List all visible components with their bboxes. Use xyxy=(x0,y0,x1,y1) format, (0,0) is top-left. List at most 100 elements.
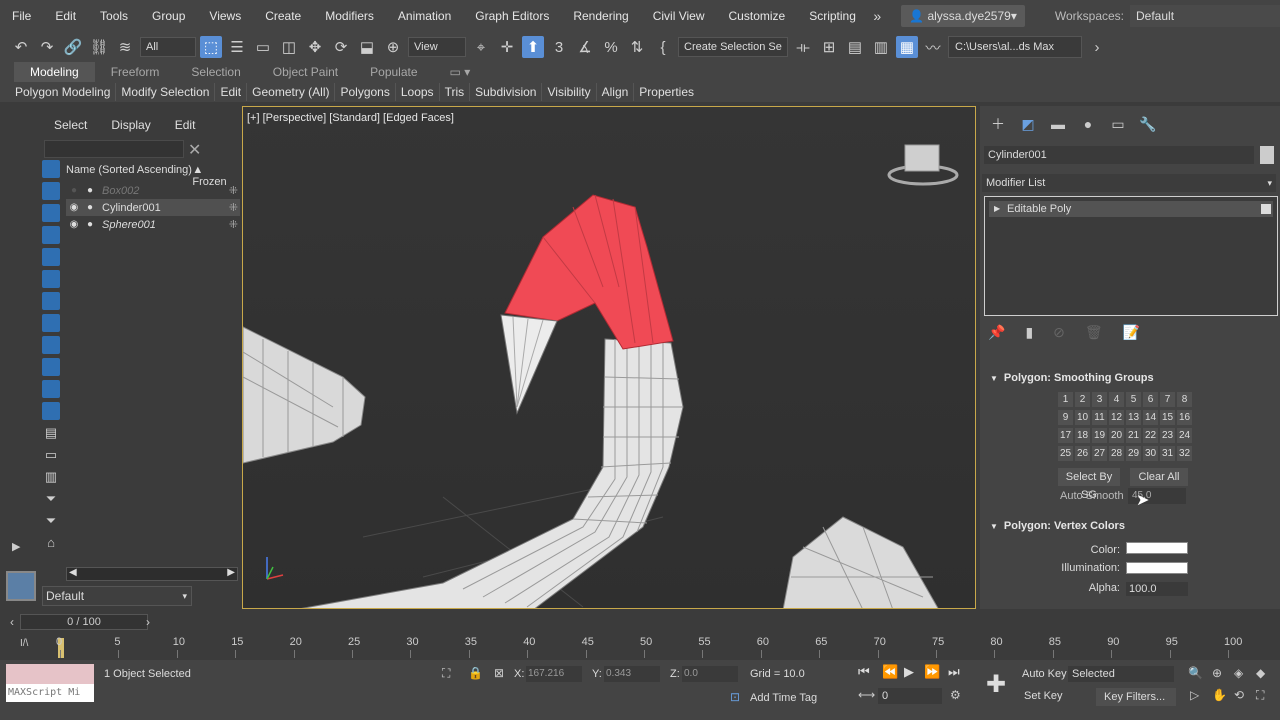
window-crossing-icon[interactable]: ◫ xyxy=(278,36,300,58)
ribbon-visibility[interactable]: Visibility xyxy=(542,83,597,101)
menu-edit[interactable]: Edit xyxy=(43,0,88,32)
smoothing-group-button[interactable]: 10 xyxy=(1075,410,1090,425)
tab-object-paint[interactable]: Object Paint xyxy=(257,62,354,82)
set-key-big-icon[interactable]: ✚ xyxy=(986,670,1006,699)
smoothing-group-button[interactable]: 18 xyxy=(1075,428,1090,443)
play-icon[interactable]: ▶ xyxy=(904,664,914,680)
z-coordinate-field[interactable]: 0.0 xyxy=(682,666,738,682)
smoothing-group-button[interactable]: 3 xyxy=(1092,392,1107,407)
render-dot-icon[interactable]: ● xyxy=(82,185,98,196)
layer-explorer-icon[interactable]: ▥ xyxy=(870,36,892,58)
toolbar-more-icon[interactable]: › xyxy=(1086,36,1108,58)
project-path-field[interactable]: C:\Users\al...ds Max 2021 xyxy=(948,36,1082,73)
zoom-icon[interactable]: 🔍 xyxy=(1188,666,1203,680)
smoothing-group-button[interactable]: 30 xyxy=(1143,446,1158,461)
key-filters-button[interactable]: Key Filters... xyxy=(1096,688,1176,706)
menu-views[interactable]: Views xyxy=(197,0,253,32)
tab-freeform[interactable]: Freeform xyxy=(95,62,176,82)
object-name-field[interactable]: Cylinder001 xyxy=(984,146,1254,164)
display-frozen-icon[interactable] xyxy=(42,402,60,420)
column-name-header[interactable]: Name (Sorted Ascending) xyxy=(66,164,192,180)
isolate-selection-icon[interactable]: ⛶ xyxy=(442,666,450,681)
illumination-swatch[interactable] xyxy=(1126,562,1188,574)
frozen-icon[interactable]: ⁜ xyxy=(218,184,238,197)
smoothing-group-button[interactable]: 28 xyxy=(1109,446,1124,461)
zoom-extents-icon[interactable]: ◈ xyxy=(1234,666,1243,680)
display-cameras-icon[interactable] xyxy=(42,248,60,266)
ribbon-geometry-all[interactable]: Geometry (All) xyxy=(247,83,336,101)
smoothing-group-button[interactable]: 6 xyxy=(1143,392,1158,407)
create-tab-icon[interactable]: ＋ xyxy=(988,114,1008,134)
menu-modifiers[interactable]: Modifiers xyxy=(313,0,386,32)
scene-menu-edit[interactable]: Edit xyxy=(175,118,196,132)
placement-icon[interactable]: ⊕ xyxy=(382,36,404,58)
column-frozen-header[interactable]: ▲ Frozen xyxy=(192,164,240,188)
visibility-icon[interactable]: ◉ xyxy=(66,219,82,230)
smoothing-group-button[interactable]: 19 xyxy=(1092,428,1107,443)
smoothing-group-button[interactable]: 25 xyxy=(1058,446,1073,461)
display-children-icon[interactable]: ▭ xyxy=(42,446,60,464)
menu-tools[interactable]: Tools xyxy=(88,0,140,32)
smoothing-group-button[interactable]: 27 xyxy=(1092,446,1107,461)
alpha-spinner[interactable]: 100.0 xyxy=(1126,582,1188,596)
redo-icon[interactable]: ↷ xyxy=(36,36,58,58)
select-manipulate-icon[interactable]: ✛ xyxy=(496,36,518,58)
smoothing-group-button[interactable]: 7 xyxy=(1160,392,1175,407)
angle-snap-icon[interactable]: ∡ xyxy=(574,36,596,58)
smoothing-group-button[interactable]: 16 xyxy=(1177,410,1192,425)
maximize-viewport-icon[interactable]: ⛶ xyxy=(1256,688,1264,703)
menu-rendering[interactable]: Rendering xyxy=(561,0,640,32)
smoothing-group-button[interactable]: 31 xyxy=(1160,446,1175,461)
time-prev-icon[interactable]: ‹ xyxy=(10,615,14,629)
menu-more-button[interactable]: » xyxy=(873,8,881,24)
scene-menu-display[interactable]: Display xyxy=(111,118,150,132)
vertex-colors-rollout-title[interactable]: ▼ Polygon: Vertex Colors xyxy=(990,520,1125,532)
smoothing-group-button[interactable]: 26 xyxy=(1075,446,1090,461)
show-end-result-icon[interactable]: ▮ xyxy=(1025,324,1033,341)
auto-smooth-button[interactable]: Auto Smooth xyxy=(1060,490,1124,502)
smoothing-group-button[interactable]: 24 xyxy=(1177,428,1192,443)
display-groups-icon[interactable] xyxy=(42,314,60,332)
clear-all-button[interactable]: Clear All xyxy=(1130,468,1188,486)
list-item[interactable]: ◉ ● Cylinder001 ⁜ xyxy=(66,199,240,216)
set-key-button[interactable]: Set Key xyxy=(1024,690,1063,702)
ribbon-polygon-modeling[interactable]: Polygon Modeling xyxy=(10,83,117,101)
workspace-dropdown[interactable]: Default xyxy=(1130,5,1280,27)
stack-item-editable-poly[interactable]: ▶ Editable Poly xyxy=(989,201,1273,217)
next-frame-icon[interactable]: ⏩ xyxy=(924,664,940,680)
unlink-icon[interactable]: ⛓ xyxy=(88,36,110,58)
named-sets-icon[interactable]: { xyxy=(652,36,674,58)
smoothing-group-button[interactable]: 15 xyxy=(1160,410,1175,425)
scene-search-input[interactable] xyxy=(44,140,184,158)
menu-group[interactable]: Group xyxy=(140,0,197,32)
maxscript-input[interactable]: MAXScript Mi xyxy=(6,684,94,702)
display-helpers-icon[interactable] xyxy=(42,270,60,288)
maxscript-output[interactable] xyxy=(6,664,94,684)
filter-icon[interactable]: ⏷ xyxy=(42,490,60,508)
ribbon-tris[interactable]: Tris xyxy=(440,83,471,101)
tab-selection[interactable]: Selection xyxy=(175,62,256,82)
scene-menu-select[interactable]: Select xyxy=(54,118,87,132)
smoothing-group-button[interactable]: 32 xyxy=(1177,446,1192,461)
smoothing-group-button[interactable]: 11 xyxy=(1092,410,1107,425)
ribbon-align[interactable]: Align xyxy=(597,83,635,101)
ref-coord-dropdown[interactable]: View xyxy=(408,37,466,57)
display-all-icon[interactable] xyxy=(42,160,60,178)
display-spacewarps-icon[interactable] xyxy=(42,292,60,310)
menu-customize[interactable]: Customize xyxy=(717,0,798,32)
time-slider[interactable]: 0 / 100 xyxy=(20,614,148,630)
horizontal-scrollbar[interactable]: ◀ ▶ xyxy=(66,567,238,581)
display-geometry-icon[interactable] xyxy=(42,182,60,200)
undo-icon[interactable]: ↶ xyxy=(10,36,32,58)
display-containers-icon[interactable] xyxy=(42,380,60,398)
make-unique-icon[interactable]: ⊘ xyxy=(1053,324,1065,341)
object-color-swatch[interactable] xyxy=(1260,146,1274,164)
previous-frame-icon[interactable]: ⏪ xyxy=(882,664,898,680)
menu-file[interactable]: File xyxy=(0,0,43,32)
color-swatch[interactable] xyxy=(1126,542,1188,554)
remove-modifier-icon[interactable]: 🗑 xyxy=(1085,324,1103,341)
pin-stack-icon[interactable]: 📌 xyxy=(988,324,1005,341)
x-coordinate-field[interactable]: 167.216 xyxy=(526,666,582,682)
scene-explorer-icon[interactable]: ▤ xyxy=(844,36,866,58)
auto-key-button[interactable]: Auto Key xyxy=(1022,668,1067,680)
